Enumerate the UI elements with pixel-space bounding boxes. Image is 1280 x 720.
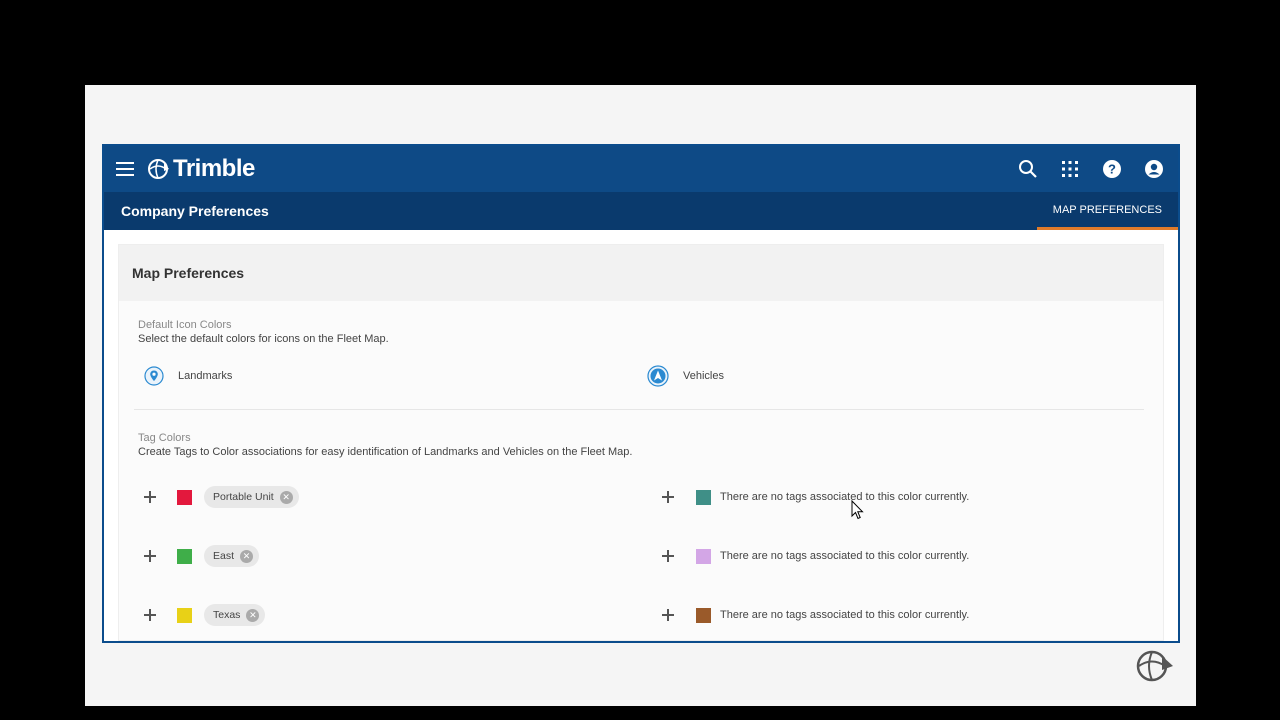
color-swatch[interactable] bbox=[177, 489, 192, 505]
landmarks-icon-setting[interactable]: Landmarks bbox=[138, 365, 641, 387]
landmark-pin-icon[interactable] bbox=[144, 366, 164, 386]
tag-color-row: There are no tags associated to this col… bbox=[662, 604, 1162, 626]
menu-icon[interactable] bbox=[116, 158, 138, 180]
empty-tags-message: There are no tags associated to this col… bbox=[720, 491, 970, 503]
add-tag-icon[interactable] bbox=[662, 609, 674, 621]
color-swatch[interactable] bbox=[696, 607, 711, 623]
tag-color-row: Texas ✕ bbox=[144, 604, 662, 626]
search-icon[interactable] bbox=[1016, 157, 1040, 181]
main-content: Map Preferences Default Icon Colors Sele… bbox=[104, 230, 1178, 641]
section-title: Default Icon Colors bbox=[138, 319, 232, 331]
tag-color-row: Portable Unit ✕ bbox=[144, 486, 662, 508]
color-swatch[interactable] bbox=[696, 489, 711, 505]
remove-tag-icon[interactable]: ✕ bbox=[279, 490, 293, 504]
brand-logo[interactable]: Trimble bbox=[146, 155, 255, 183]
tag-color-row: There are no tags associated to this col… bbox=[662, 486, 1162, 508]
tab-map-preferences[interactable]: MAP PREFERENCES bbox=[1036, 192, 1178, 230]
trimble-globe-icon bbox=[148, 159, 169, 179]
tag-chip: Texas ✕ bbox=[204, 604, 266, 626]
tag-color-grid: Portable Unit ✕ There are no tags associa… bbox=[138, 486, 1144, 626]
section-description: Select the default colors for icons on t… bbox=[138, 333, 389, 345]
add-tag-icon[interactable] bbox=[662, 491, 674, 503]
account-icon[interactable] bbox=[1142, 157, 1166, 181]
page-header-bar: Company Preferences MAP PREFERENCES bbox=[104, 192, 1178, 230]
brand-name: Trimble bbox=[173, 155, 255, 182]
tag-chip: East ✕ bbox=[204, 545, 260, 567]
preferences-card: Map Preferences Default Icon Colors Sele… bbox=[118, 244, 1164, 641]
section-description: Create Tags to Color associations for ea… bbox=[138, 446, 633, 458]
section-title: Tag Colors bbox=[138, 432, 191, 444]
page-title: Company Preferences bbox=[121, 203, 269, 219]
remove-tag-icon[interactable]: ✕ bbox=[240, 549, 254, 563]
app-window: Trimble ? Company Preferences MAP PREFER… bbox=[102, 144, 1180, 643]
color-swatch[interactable] bbox=[696, 548, 711, 564]
add-tag-icon[interactable] bbox=[144, 609, 156, 621]
landmarks-label: Landmarks bbox=[178, 370, 233, 382]
empty-tags-message: There are no tags associated to this col… bbox=[720, 550, 970, 562]
add-tag-icon[interactable] bbox=[144, 550, 156, 562]
tag-chip: Portable Unit ✕ bbox=[204, 486, 299, 508]
remove-tag-icon[interactable]: ✕ bbox=[246, 608, 260, 622]
vehicles-icon-setting[interactable]: Vehicles bbox=[641, 365, 1144, 387]
empty-tags-message: There are no tags associated to this col… bbox=[720, 609, 970, 621]
mouse-cursor-icon bbox=[851, 500, 864, 520]
card-title: Map Preferences bbox=[119, 245, 1163, 301]
vehicles-label: Vehicles bbox=[683, 370, 724, 382]
default-icon-colors-section: Default Icon Colors Select the default c… bbox=[119, 301, 1163, 410]
vehicle-arrow-icon[interactable] bbox=[647, 365, 669, 387]
tag-colors-section: Tag Colors Create Tags to Color associat… bbox=[119, 410, 1163, 626]
tag-color-row: East ✕ bbox=[144, 545, 662, 567]
trimble-watermark-icon bbox=[1136, 650, 1173, 682]
add-tag-icon[interactable] bbox=[662, 550, 674, 562]
svg-text:?: ? bbox=[1108, 162, 1116, 177]
add-tag-icon[interactable] bbox=[144, 491, 156, 503]
apps-grid-icon[interactable] bbox=[1058, 157, 1082, 181]
top-navigation-bar: Trimble ? bbox=[104, 146, 1178, 192]
color-swatch[interactable] bbox=[177, 607, 192, 623]
color-swatch[interactable] bbox=[177, 548, 192, 564]
tag-color-row: There are no tags associated to this col… bbox=[662, 545, 1162, 567]
help-icon[interactable]: ? bbox=[1100, 157, 1124, 181]
